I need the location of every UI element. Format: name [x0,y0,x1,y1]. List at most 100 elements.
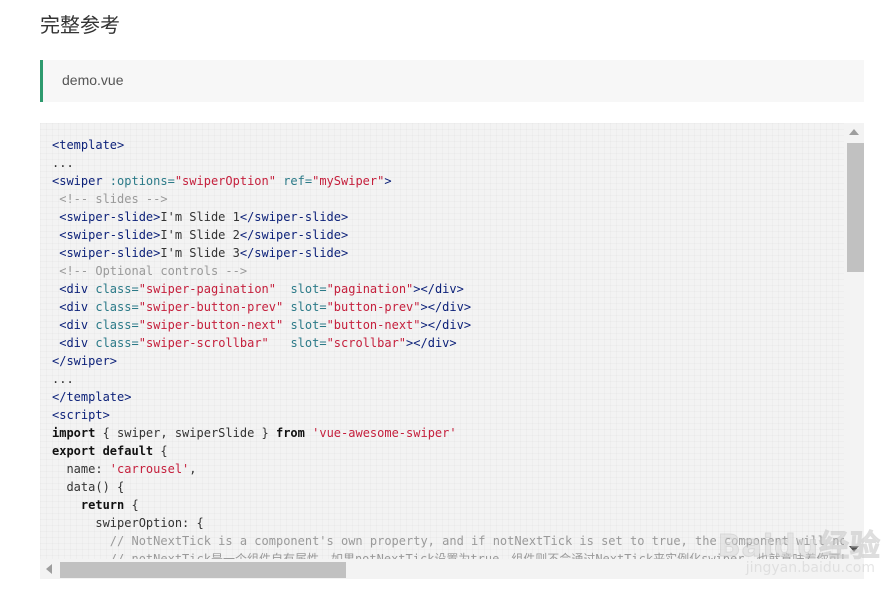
code-line: </template> [52,388,844,406]
code-line: <swiper :options="swiperOption" ref="myS… [52,172,844,190]
code-viewport[interactable]: <template>... <swiper :options="swiperOpt… [40,123,844,559]
code-token: ></div> [420,318,472,332]
code-token: slot= [276,282,327,296]
code-token: "swiperOption" [174,174,276,188]
code-token: <template> [52,138,125,152]
code-token: export default [52,444,154,458]
code-text: <template>... <swiper :options="swiperOpt… [52,136,844,559]
code-token: slot= [283,300,327,314]
code-token: I'm Slide 2 [160,228,240,242]
code-token: <!-- slides --> [52,192,168,206]
code-token: 'carrousel' [109,462,190,476]
code-token: </swiper-slide> [239,246,349,260]
code-token: , [189,462,197,476]
code-token: data() { [52,480,125,494]
code-token: <div [52,282,96,296]
code-token: <swiper-slide> [52,228,161,242]
code-token: return [52,498,125,512]
code-token: ref= [275,174,313,188]
horizontal-scrollbar[interactable] [40,559,858,579]
code-token: class= [95,282,139,296]
code-token: ></div> [420,300,472,314]
code-token: "swiper-button-next" [138,318,284,332]
code-line: // notNextTick是一个组件自有属性，如果notNextTick设置为… [52,550,844,559]
code-token: </swiper> [52,354,118,368]
code-token: from [275,426,305,440]
code-line: <script> [52,406,844,424]
code-token: ></div> [413,282,464,296]
code-line: name: 'carrousel', [52,460,844,478]
code-line: <!-- slides --> [52,190,844,208]
code-token: <swiper-slide> [52,246,161,260]
code-token: ></div> [406,336,457,350]
code-block[interactable]: <template>... <swiper :options="swiperOpt… [40,123,864,579]
code-token: swiperOption: { [52,516,204,530]
code-token: name: [52,462,110,476]
code-token: class= [95,300,139,314]
code-token: "pagination" [326,282,414,296]
filename-label: demo.vue [62,72,124,88]
code-token: "button-prev" [326,300,421,314]
code-token: :options= [109,174,175,188]
code-token: "mySwiper" [312,174,385,188]
code-token: { swiper, swiperSlide } [95,426,276,440]
code-line: <swiper-slide>I'm Slide 1</swiper-slide> [52,208,844,226]
code-token: { [124,498,139,512]
code-token: "swiper-pagination" [138,282,276,296]
arrow-up-icon[interactable] [849,129,859,135]
code-line: <template> [52,136,844,154]
code-line: ... [52,370,844,388]
code-line: </swiper> [52,352,844,370]
code-line: <!-- Optional controls --> [52,262,844,280]
filename-box: demo.vue [40,60,864,102]
scrollbar-corner [844,559,864,579]
code-token: </template> [52,390,132,404]
code-token: > [384,174,392,188]
code-token: "swiper-button-prev" [138,300,284,314]
code-line: <div class="swiper-scrollbar" slot="scro… [52,334,844,352]
arrow-left-icon[interactable] [46,564,52,574]
code-token: <div [52,318,96,332]
code-line: <swiper-slide>I'm Slide 3</swiper-slide> [52,244,844,262]
code-line: <div class="swiper-button-next" slot="bu… [52,316,844,334]
code-token: slot= [268,336,327,350]
code-token: <!-- Optional controls --> [52,264,248,278]
code-line: <div class="swiper-button-prev" slot="bu… [52,298,844,316]
code-line: ... [52,154,844,172]
code-line: return { [52,496,844,514]
code-token: </swiper-slide> [239,228,349,242]
code-token: 'vue-awesome-swiper' [304,426,457,440]
code-token: <div [52,336,96,350]
code-line: import { swiper, swiperSlide } from 'vue… [52,424,844,442]
code-token: { [153,444,168,458]
code-token: "button-next" [326,318,421,332]
section-title: 完整参考 [40,13,120,37]
code-token: ... [52,372,74,386]
vertical-scroll-thumb[interactable] [847,143,864,272]
horizontal-scroll-thumb[interactable] [60,562,346,578]
code-token: <div [52,300,96,314]
code-token: "swiper-scrollbar" [138,336,269,350]
code-token: // notNextTick是一个组件自有属性，如果notNextTick设置为… [52,552,844,559]
code-token: // NotNextTick is a component's own prop… [52,534,844,548]
code-token: I'm Slide 1 [160,210,240,224]
code-token: I'm Slide 3 [160,246,240,260]
code-token: class= [95,318,139,332]
arrow-down-icon[interactable] [849,546,859,552]
code-token: slot= [283,318,327,332]
code-token: <swiper [52,174,110,188]
code-line: <swiper-slide>I'm Slide 2</swiper-slide> [52,226,844,244]
code-line: swiperOption: { [52,514,844,532]
code-token: import [52,426,96,440]
code-token: <script> [52,408,110,422]
code-line: data() { [52,478,844,496]
code-token: ... [52,156,74,170]
code-token: "scrollbar" [326,336,407,350]
code-line: export default { [52,442,844,460]
code-token: class= [95,336,139,350]
code-token: <swiper-slide> [52,210,161,224]
vertical-scrollbar[interactable] [844,123,864,559]
code-line: // NotNextTick is a component's own prop… [52,532,844,550]
code-token: </swiper-slide> [239,210,349,224]
code-line: <div class="swiper-pagination" slot="pag… [52,280,844,298]
